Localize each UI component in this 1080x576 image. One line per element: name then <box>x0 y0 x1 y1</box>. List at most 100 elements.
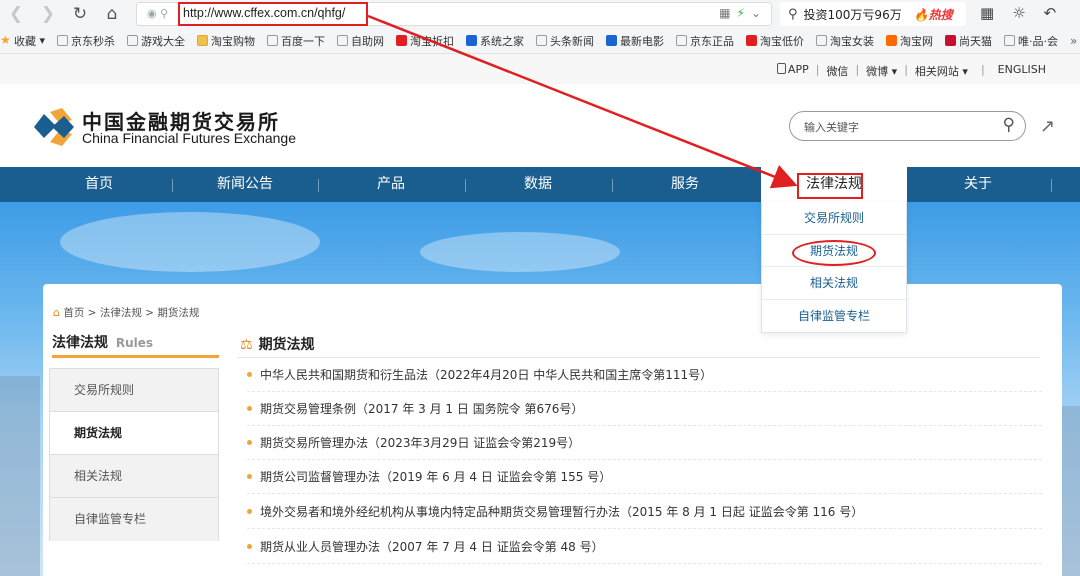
phone-icon <box>776 63 786 74</box>
forward-icon[interactable]: ❯ <box>32 0 64 28</box>
separator: | <box>980 63 985 76</box>
main-nav: 首页 新闻公告 产品 数据 服务 法律法规 关于 <box>0 167 1080 202</box>
scales-icon: ⚖ <box>240 337 253 353</box>
weixin-link[interactable]: 微信 <box>826 63 848 79</box>
law-title[interactable]: 中华人民共和国期货和衍生品法（2022年4月20日 中华人民共和国主席令第111… <box>260 368 712 382</box>
dropdown-item-exchange-rules[interactable]: 交易所规则 <box>762 202 906 235</box>
app-label: APP <box>787 63 809 76</box>
bookmark-item[interactable]: 淘宝低价 <box>746 33 804 49</box>
laws-dropdown-menu: 交易所规则 期货法规 相关法规 自律监管专栏 <box>761 202 907 333</box>
site-icon <box>466 35 478 46</box>
bullet-icon <box>247 509 252 514</box>
cffex-logo[interactable] <box>30 104 76 150</box>
bullet-icon <box>247 406 252 411</box>
law-list-item[interactable]: 境外交易者和境外经纪机构从事境内特定品种期货交易管理暂行办法（2015 年 8 … <box>247 495 1042 529</box>
folder-icon <box>197 35 209 46</box>
browser-search-box[interactable]: ⚲ 投资100万亏96万 🔥热搜 <box>780 2 966 26</box>
bookmark-label: 唯·品·会 <box>1018 34 1059 48</box>
dropdown-item-self-regulation[interactable]: 自律监管专栏 <box>762 300 906 333</box>
bookmark-item[interactable]: 唯·品·会 <box>1004 33 1058 49</box>
bookmark-label: 游戏大全 <box>141 34 186 48</box>
bookmark-item[interactable]: 淘宝购物 <box>197 33 255 49</box>
sidebar-item-futures-laws[interactable]: 期货法规 <box>50 412 218 455</box>
bookmark-item[interactable]: 淘宝女装 <box>816 33 874 49</box>
breadcrumb-separator: > <box>145 307 154 319</box>
nav-item-home[interactable]: 首页 <box>26 167 172 202</box>
apps-grid-icon[interactable]: ▦ <box>980 4 994 22</box>
nav-item-news[interactable]: 新闻公告 <box>172 167 318 202</box>
hot-search-label: 热搜 <box>928 7 953 22</box>
separator: | <box>815 63 820 76</box>
weibo-link[interactable]: 微博 ▾ <box>866 63 897 79</box>
nav-separator <box>1051 179 1052 192</box>
back-icon[interactable]: ❮ <box>0 0 32 28</box>
undo-icon[interactable]: ↶ <box>1044 4 1057 22</box>
site-icon <box>396 35 408 46</box>
sidebar-title-cn: 法律法规 <box>52 335 108 351</box>
bookmark-item[interactable]: 自助网 <box>337 33 384 49</box>
bookmark-item[interactable]: 系统之家 <box>466 33 524 49</box>
bookmark-item[interactable]: 京东秒杀 <box>57 33 115 49</box>
speed-icon[interactable]: ⚡ <box>737 6 745 20</box>
nav-item-services[interactable]: 服务 <box>612 167 758 202</box>
law-list-item[interactable]: 期货从业人员管理办法（2007 年 7 月 4 日 证监会令第 48 号） <box>247 530 1042 564</box>
bookmark-item[interactable]: 最新电影 <box>606 33 664 49</box>
law-title[interactable]: 期货交易管理条例（2017 年 3 月 1 日 国务院令 第676号） <box>260 402 583 416</box>
search-icon[interactable]: ⚲ <box>788 7 798 22</box>
content-panel: ⌂ 首页 > 法律法规 > 期货法规 法律法规 Rules 交易所规则 期货法规… <box>43 284 1062 576</box>
law-title[interactable]: 境外交易者和境外经纪机构从事境内特定品种期货交易管理暂行办法（2015 年 8 … <box>260 505 863 519</box>
sidebar-item-self-regulation[interactable]: 自律监管专栏 <box>50 498 218 541</box>
bookmark-item[interactable]: 淘宝折扣 <box>396 33 454 49</box>
brightness-icon[interactable]: ☼ <box>1012 4 1025 22</box>
nav-item-about[interactable]: 关于 <box>905 167 1051 202</box>
english-link[interactable]: ENGLISH <box>998 63 1046 79</box>
banner-building <box>0 376 40 576</box>
site-top-links: APP | 微信 | 微博 ▾ | 相关网站 ▾ | ENGLISH <box>0 54 1080 84</box>
bookmark-label: 系统之家 <box>480 34 525 48</box>
law-list-item[interactable]: 期货交易管理条例（2017 年 3 月 1 日 国务院令 第676号） <box>247 392 1042 426</box>
law-title[interactable]: 期货公司监督管理办法（2019 年 6 月 4 日 证监会令第 155 号） <box>260 470 611 484</box>
home-icon: ⌂ <box>53 306 60 319</box>
law-list-item[interactable]: 中华人民共和国期货和衍生品法（2022年4月20日 中华人民共和国主席令第111… <box>247 358 1042 392</box>
dropdown-item-related-laws[interactable]: 相关法规 <box>762 267 906 300</box>
page-icon <box>337 35 349 46</box>
app-link[interactable]: APP <box>776 63 809 79</box>
sidebar-item-related-laws[interactable]: 相关法规 <box>50 455 218 498</box>
page-icon <box>536 35 548 46</box>
reload-icon[interactable]: ↻ <box>64 0 96 28</box>
breadcrumb-laws[interactable]: 法律法规 <box>100 307 142 319</box>
law-title[interactable]: 期货从业人员管理办法（2007 年 7 月 4 日 证监会令第 48 号） <box>260 540 604 554</box>
page-icon <box>267 35 279 46</box>
page-icon <box>816 35 828 46</box>
law-list-item[interactable]: 期货公司监督管理办法（2019 年 6 月 4 日 证监会令第 155 号） <box>247 460 1042 494</box>
share-icon[interactable]: ↗ <box>1040 116 1055 137</box>
bookmark-item[interactable]: 百度一下 <box>267 33 325 49</box>
hot-search-badge[interactable]: 🔥热搜 <box>914 6 953 23</box>
nav-item-data[interactable]: 数据 <box>465 167 611 202</box>
bookmark-item[interactable]: 京东正品 <box>676 33 734 49</box>
bookmark-item[interactable]: ★ 收藏 ▾ <box>0 33 45 49</box>
bookmark-item[interactable]: 淘宝网 <box>886 33 933 49</box>
bookmark-label: 淘宝女装 <box>830 34 875 48</box>
bookmark-item[interactable]: 头条新闻 <box>536 33 594 49</box>
site-search-input[interactable]: 输入关键字 ⚲ <box>789 111 1026 141</box>
browser-search-query[interactable]: 投资100万亏96万 <box>804 6 902 23</box>
breadcrumb-home[interactable]: 首页 <box>63 307 84 319</box>
bookmark-item[interactable]: 尚天猫 <box>945 33 992 49</box>
site-icon <box>606 35 618 46</box>
law-title[interactable]: 期货交易所管理办法（2023年3月29日 证监会令第219号） <box>260 436 580 450</box>
breadcrumb-separator: > <box>87 307 97 319</box>
address-bar-tools[interactable]: ▦ ⚡ ⌄ <box>719 6 761 20</box>
law-list-item[interactable]: 期货交易所管理办法（2023年3月29日 证监会令第219号） <box>247 426 1042 460</box>
sidebar-item-exchange-rules[interactable]: 交易所规则 <box>50 369 218 412</box>
home-icon[interactable]: ⌂ <box>96 0 128 28</box>
bullet-icon <box>247 440 252 445</box>
related-sites-link[interactable]: 相关网站 ▾ <box>915 63 968 79</box>
bookmarks-bar: ★ 收藏 ▾ 京东秒杀 游戏大全 淘宝购物 百度一下 自助网 淘宝折扣 系统之家 … <box>0 28 1080 54</box>
search-icon[interactable]: ⚲ <box>1003 115 1015 135</box>
bookmarks-more-button[interactable]: » <box>1070 34 1077 48</box>
bookmark-item[interactable]: 游戏大全 <box>127 33 185 49</box>
nav-item-products[interactable]: 产品 <box>318 167 464 202</box>
annotation-ellipse <box>792 240 876 266</box>
related-label: 相关网站 <box>914 65 959 78</box>
